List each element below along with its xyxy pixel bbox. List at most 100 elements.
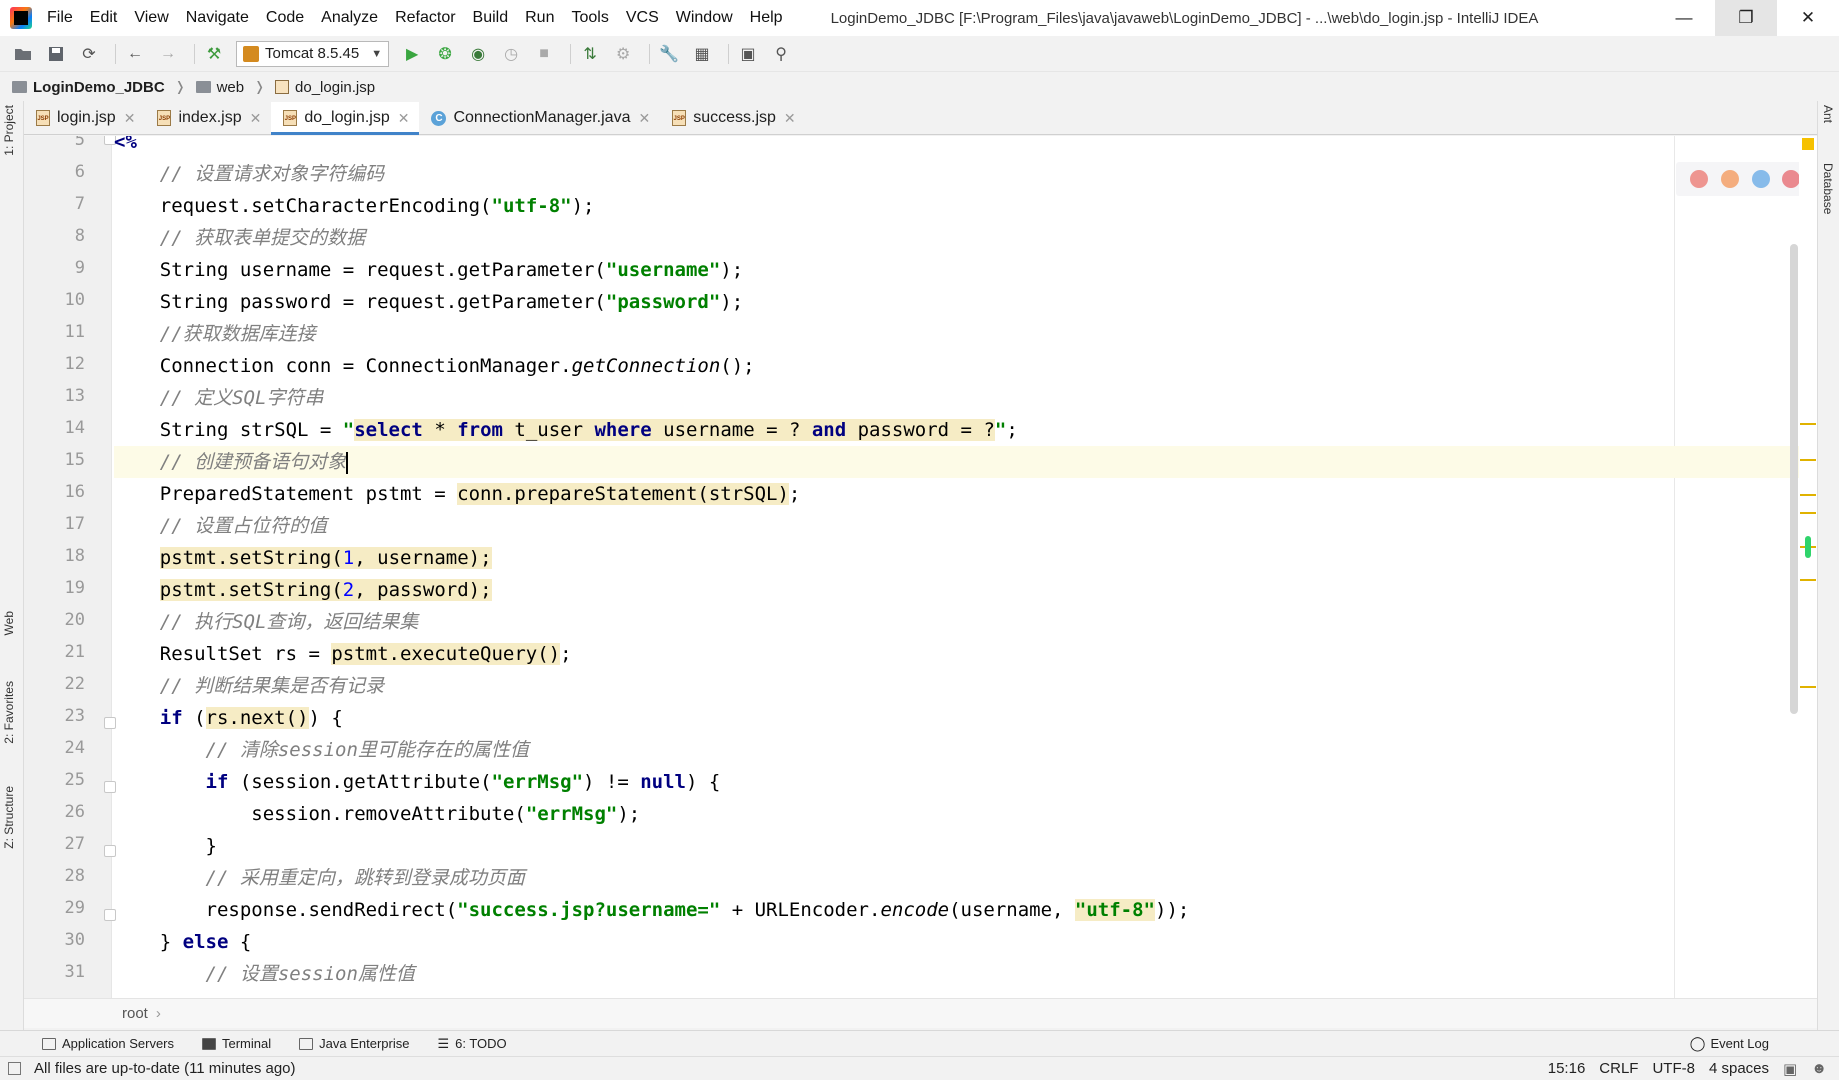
menu-run[interactable]: Run xyxy=(522,7,557,29)
warning-mark[interactable] xyxy=(1800,686,1816,688)
tab-do-login-jsp[interactable]: JSP do_login.jsp ✕ xyxy=(271,102,420,135)
indent-setting[interactable]: 4 spaces xyxy=(1709,1060,1769,1077)
vertical-scrollbar[interactable] xyxy=(1790,244,1798,714)
minimize-icon[interactable]: — xyxy=(1653,0,1715,36)
editor-tabs: JSP login.jsp ✕ JSP index.jsp ✕ JSP do_l… xyxy=(24,101,1817,135)
java-class-icon: C xyxy=(431,110,447,126)
code-line: session.removeAttribute("errMsg"); xyxy=(114,803,641,825)
code-editor[interactable]: 5 6 7 8 9 10 11 12 13 14 15 16 17 18 19 … xyxy=(24,136,1817,998)
event-log-tool-button[interactable]: ◯ Event Log xyxy=(1690,1035,1769,1052)
inspector-icon[interactable]: ☻ xyxy=(1811,1060,1827,1077)
database-tool-label: Database xyxy=(1821,163,1835,215)
caret-position[interactable]: 15:16 xyxy=(1548,1060,1586,1077)
safari-browser-icon[interactable] xyxy=(1751,170,1770,188)
warning-mark[interactable] xyxy=(1800,494,1816,496)
lock-icon[interactable]: ▣ xyxy=(1783,1060,1797,1078)
folder-icon xyxy=(195,81,211,93)
close-tab-icon[interactable]: ✕ xyxy=(124,110,136,127)
breadcrumb-root[interactable]: root xyxy=(122,1005,148,1022)
run-configuration-select[interactable]: Tomcat 8.5.45 ▼ xyxy=(236,40,390,67)
menu-build[interactable]: Build xyxy=(470,7,512,29)
editor-gutter[interactable]: 5 6 7 8 9 10 11 12 13 14 15 16 17 18 19 … xyxy=(24,136,116,998)
code-line: String username = request.getParameter("… xyxy=(114,259,744,281)
menu-edit[interactable]: Edit xyxy=(87,7,121,29)
wrench-settings-icon[interactable]: 🔧 xyxy=(656,41,682,67)
sync-icon[interactable]: ⟳ xyxy=(76,41,102,67)
menu-tools[interactable]: Tools xyxy=(568,7,611,29)
line-separator[interactable]: CRLF xyxy=(1599,1060,1638,1077)
web-tool-tab[interactable]: Web xyxy=(2,611,16,635)
menu-file[interactable]: File xyxy=(44,7,76,29)
database-tool-tab[interactable]: Database xyxy=(1821,163,1835,214)
line-number: 13 xyxy=(64,386,85,406)
close-tab-icon[interactable]: ✕ xyxy=(638,110,650,127)
project-tool-tab[interactable]: 1: Project xyxy=(2,105,16,156)
update-running-app-icon[interactable]: ⇅ xyxy=(577,41,603,67)
firefox-browser-icon[interactable] xyxy=(1720,170,1739,188)
inspection-status-icon[interactable] xyxy=(1802,138,1814,150)
menu-analyze[interactable]: Analyze xyxy=(318,7,381,29)
menu-help[interactable]: Help xyxy=(747,7,786,29)
back-arrow-icon[interactable]: ← xyxy=(122,41,148,67)
close-tab-icon[interactable]: ✕ xyxy=(784,110,796,127)
terminal-tool-button[interactable]: Terminal xyxy=(202,1036,271,1051)
todo-tool-button[interactable]: ☰ 6: TODO xyxy=(437,1036,506,1052)
profile-icon[interactable]: ◷ xyxy=(498,41,524,67)
line-number: 26 xyxy=(64,802,85,822)
tool-windows-toggle-icon[interactable] xyxy=(8,1062,21,1075)
terminal-window-icon[interactable]: ▣ xyxy=(735,41,761,67)
menu-navigate[interactable]: Navigate xyxy=(183,7,252,29)
file-encoding[interactable]: UTF-8 xyxy=(1652,1060,1695,1077)
warning-mark[interactable] xyxy=(1800,512,1816,514)
menu-window[interactable]: Window xyxy=(673,7,736,29)
code-area[interactable]: <% // 设置请求对象字符编码 request.setCharacterEnc… xyxy=(114,136,1817,998)
attach-debugger-icon[interactable]: ⚙ xyxy=(610,41,636,67)
list-icon: ☰ xyxy=(437,1035,450,1051)
menu-code[interactable]: Code xyxy=(263,7,307,29)
window-controls: — ❐ ✕ xyxy=(1653,0,1839,36)
open-folder-icon[interactable] xyxy=(10,41,36,67)
nav-folder[interactable]: web xyxy=(195,79,244,96)
warning-mark[interactable] xyxy=(1800,459,1816,461)
search-icon[interactable]: ⚲ xyxy=(768,41,794,67)
opera-browser-icon[interactable] xyxy=(1782,170,1801,188)
error-stripe[interactable] xyxy=(1799,136,1817,998)
tab-success-jsp[interactable]: JSP success.jsp ✕ xyxy=(660,102,805,134)
close-icon[interactable]: ✕ xyxy=(1777,0,1839,36)
coverage-icon[interactable]: ◉ xyxy=(465,41,491,67)
java-enterprise-tool-button[interactable]: Java Enterprise xyxy=(299,1036,409,1051)
menu-refactor[interactable]: Refactor xyxy=(392,7,458,29)
favorites-tool-tab[interactable]: 2: Favorites xyxy=(2,681,16,744)
menu-vcs[interactable]: VCS xyxy=(623,7,662,29)
restore-icon[interactable]: ❐ xyxy=(1715,0,1777,36)
debug-icon[interactable]: ❂ xyxy=(432,41,458,67)
forward-arrow-icon[interactable]: → xyxy=(155,41,181,67)
save-icon[interactable] xyxy=(43,41,69,67)
tab-login-jsp[interactable]: JSP login.jsp ✕ xyxy=(24,102,145,134)
code-line: <% xyxy=(114,136,137,153)
tab-connection-manager-java[interactable]: C ConnectionManager.java ✕ xyxy=(419,102,660,134)
line-number: 9 xyxy=(74,258,85,278)
run-icon[interactable]: ▶ xyxy=(399,41,425,67)
tab-index-jsp[interactable]: JSP index.jsp ✕ xyxy=(145,102,271,134)
code-line: pstmt.setString(1, username); xyxy=(159,547,492,569)
chrome-browser-icon[interactable] xyxy=(1690,170,1709,188)
scroll-position-marker xyxy=(1805,536,1811,558)
nav-file[interactable]: do_login.jsp xyxy=(275,79,375,96)
ant-tool-tab[interactable]: Ant xyxy=(1821,105,1835,123)
warning-mark[interactable] xyxy=(1800,579,1816,581)
structure-tool-tab[interactable]: Z: Structure xyxy=(2,786,16,849)
project-structure-icon[interactable]: ▦ xyxy=(689,41,715,67)
tool-window-bar: Application Servers Terminal Java Enterp… xyxy=(0,1030,1839,1056)
menu-view[interactable]: View xyxy=(131,7,171,29)
close-tab-icon[interactable]: ✕ xyxy=(398,110,410,127)
stop-icon[interactable]: ■ xyxy=(531,41,557,67)
build-hammer-icon[interactable]: ⚒ xyxy=(201,41,227,67)
tab-label: ConnectionManager.java xyxy=(453,109,631,126)
warning-mark[interactable] xyxy=(1800,423,1816,425)
close-tab-icon[interactable]: ✕ xyxy=(250,110,262,127)
event-log-label: Event Log xyxy=(1710,1036,1769,1051)
line-number: 18 xyxy=(64,546,85,566)
app-servers-tool-button[interactable]: Application Servers xyxy=(42,1036,174,1051)
nav-project[interactable]: LoginDemo_JDBC xyxy=(12,79,165,96)
